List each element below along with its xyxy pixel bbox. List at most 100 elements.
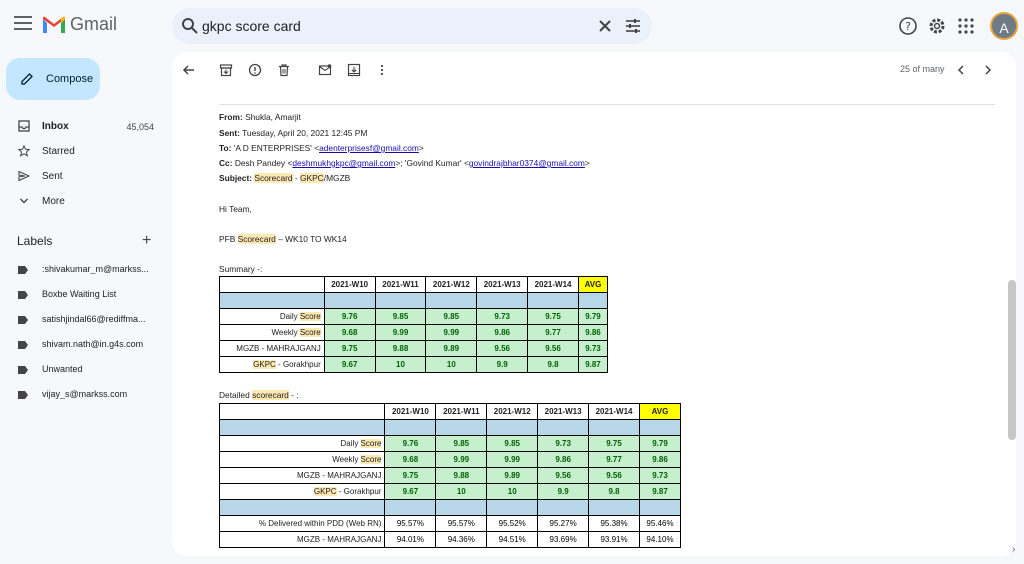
score-cell: 9.99 <box>374 324 427 341</box>
label-tag-icon <box>18 291 28 299</box>
label-tag-icon <box>18 341 28 349</box>
previous-chevron-icon[interactable] <box>954 63 968 77</box>
score-cell: 9.56 <box>527 340 579 357</box>
pfb-prefix: PFB <box>219 234 238 244</box>
top-right-controls: ? A <box>894 10 1024 42</box>
apps-grid-icon[interactable] <box>956 16 976 36</box>
table-header-cell: AVG <box>577 276 609 293</box>
table-cell <box>537 499 590 516</box>
score-cell: 9.68 <box>323 324 376 341</box>
detailed-suffix: - : <box>288 390 299 400</box>
table-header-cell <box>219 276 325 293</box>
cc-email-link[interactable]: govindrajbhar0374@gmail.com <box>469 158 585 168</box>
detailed-prefix: Detailed <box>219 390 253 400</box>
add-label-icon[interactable]: + <box>142 232 151 250</box>
percent-cell: 95.27% <box>537 515 590 532</box>
score-cell: 9.75 <box>588 435 640 452</box>
next-chevron-icon[interactable] <box>981 63 995 77</box>
back-arrow-icon[interactable] <box>182 63 196 77</box>
sidebar-item-inbox[interactable]: Inbox 45,054 <box>0 114 160 139</box>
cc-line: Cc: Desh Pandey <deshmukhgkpc@gmail.com>… <box>219 158 590 168</box>
search-bar[interactable] <box>172 8 652 44</box>
row-label-text: MGZB - MAHRAJGANJ <box>297 471 382 480</box>
table-header-cell: 2021-W14 <box>527 276 579 293</box>
label-tag-icon <box>18 266 28 274</box>
score-cell: 9.9 <box>537 483 590 500</box>
label-item[interactable]: shivam.nath@in.g4s.com <box>0 333 170 358</box>
table-cell <box>527 292 579 309</box>
gmail-logo[interactable]: Gmail <box>42 14 117 35</box>
label-item[interactable]: Unwanted <box>0 358 170 383</box>
to-label: To: <box>219 143 232 153</box>
sent-label: Sent: <box>219 128 240 138</box>
page-scrollbar[interactable] <box>1008 280 1016 440</box>
detailed-scorecard-table: 2021-W10 2021-W11 2021-W12 2021-W13 2021-W14… <box>218 403 682 548</box>
to-name: 'A D ENTERPRISES' < <box>233 143 320 153</box>
delete-trash-icon[interactable] <box>277 63 291 77</box>
more-vertical-icon[interactable] <box>375 63 389 77</box>
pfb-highlight: Scorecard <box>237 234 276 244</box>
main-menu-icon[interactable] <box>14 16 32 30</box>
clear-search-icon[interactable] <box>596 17 614 35</box>
table-cell <box>476 292 529 309</box>
summary-scorecard-table: 2021-W10 2021-W11 2021-W12 2021-W13 2021-W14… <box>219 276 609 373</box>
score-cell: 9.73 <box>577 340 609 357</box>
table-header-cell: 2021-W10 <box>384 403 437 420</box>
compose-button[interactable]: Compose <box>6 58 100 100</box>
svg-text:?: ? <box>905 20 911 33</box>
labels-heading: Labels <box>17 234 53 248</box>
settings-gear-icon[interactable] <box>927 16 947 36</box>
mark-unread-icon[interactable] <box>318 63 332 77</box>
label-item[interactable]: :shivakumar_m@markss... <box>0 258 170 283</box>
table-row: MGZB - MAHRAJGANJ 9.75 9.88 9.89 9.56 9.56 9.7… <box>219 340 609 357</box>
score-cell: 9.73 <box>476 308 529 325</box>
search-options-icon[interactable] <box>624 17 642 35</box>
sidebar-item-more[interactable]: More <box>0 189 160 214</box>
account-avatar[interactable]: A <box>990 12 1018 40</box>
row-label-text: Weekly <box>271 328 300 337</box>
table-cell <box>435 499 488 516</box>
table-cell <box>425 292 478 309</box>
table-cell <box>219 292 325 309</box>
score-cell: 9.67 <box>384 483 437 500</box>
row-label: MGZB - MAHRAJGANJ <box>218 467 386 484</box>
search-input[interactable] <box>202 14 582 38</box>
sidebar-item-sent[interactable]: Sent <box>0 164 160 189</box>
score-cell: 9.85 <box>486 435 539 452</box>
label-name: Unwanted <box>42 364 83 374</box>
label-item[interactable]: satishjindal66@rediffma... <box>0 308 170 333</box>
report-spam-icon[interactable] <box>248 63 262 77</box>
search-icon[interactable] <box>180 16 200 36</box>
score-cell: 9.86 <box>476 324 529 341</box>
score-cell: 9.76 <box>323 308 376 325</box>
label-item[interactable]: vijay_s@markss.com <box>0 383 170 408</box>
score-cell: 9.9 <box>476 356 529 373</box>
table-spacer-row <box>218 499 682 516</box>
sidebar-item-starred[interactable]: Starred <box>0 139 160 164</box>
score-cell: 9.75 <box>384 467 437 484</box>
score-cell: 9.68 <box>384 451 437 468</box>
help-icon[interactable]: ? <box>898 16 918 36</box>
side-panel-chevron-icon[interactable]: › <box>1012 544 1015 555</box>
percent-cell: 95.57% <box>384 515 437 532</box>
table-row: Daily Score 9.76 9.85 9.85 9.73 9.75 9.79 <box>219 308 609 325</box>
subject-sep: - <box>292 173 300 183</box>
row-label-highlight: Score <box>299 328 321 337</box>
percent-cell: 94.10% <box>638 531 682 548</box>
to-email-link[interactable]: adenterprisesf@gmail.com <box>319 143 419 153</box>
table-header-row: 2021-W10 2021-W11 2021-W12 2021-W13 2021-W14… <box>218 403 682 420</box>
label-item[interactable]: Boxbe Waiting List <box>0 283 170 308</box>
move-to-icon[interactable] <box>347 63 361 77</box>
label-name: shivam.nath@in.g4s.com <box>42 339 144 349</box>
subject-highlight: Scorecard <box>254 173 293 183</box>
score-cell: 9.85 <box>374 308 427 325</box>
gmail-m-icon <box>43 16 65 33</box>
score-cell: 10 <box>435 483 488 500</box>
score-cell: 9.99 <box>486 451 539 468</box>
row-label: Weekly Score <box>219 324 325 341</box>
cc-email-link[interactable]: deshmukhgkpc@gmail.com <box>292 158 395 168</box>
archive-icon[interactable] <box>219 63 233 77</box>
table-header-cell: AVG <box>638 403 682 420</box>
score-cell: 9.99 <box>425 324 478 341</box>
row-label-text: Daily <box>279 312 300 321</box>
